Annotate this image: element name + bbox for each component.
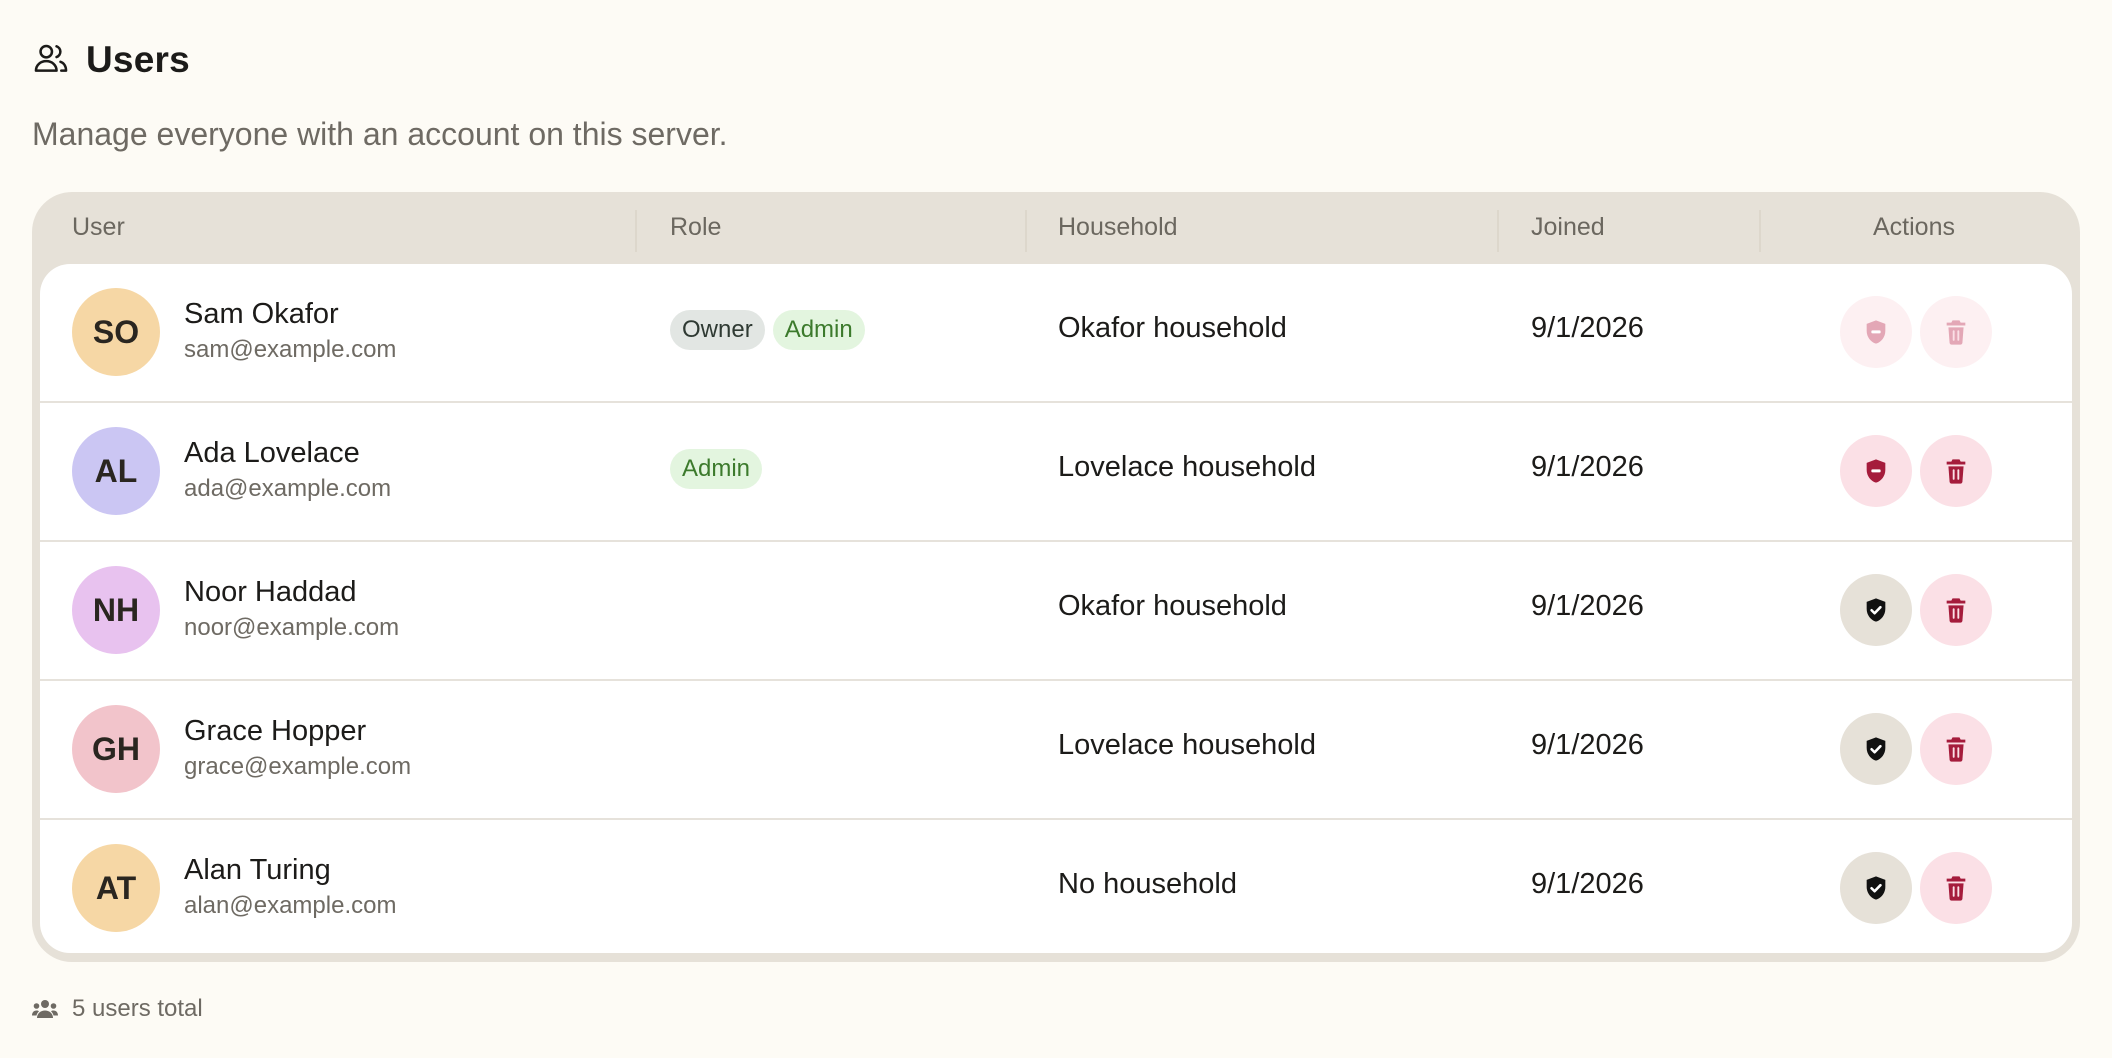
- avatar-initials: AT: [95, 869, 137, 906]
- user-name: Grace Hopper: [184, 715, 367, 747]
- user-email: ada@example.com: [184, 475, 392, 502]
- trash-icon: [1942, 457, 1970, 485]
- table-row: AL Ada Lovelace ada@example.com Admin Lo…: [40, 403, 2072, 542]
- delete-user-button[interactable]: [1920, 574, 1992, 646]
- users-count-text: 5 users total: [72, 995, 203, 1022]
- role-badges: Owner Admin: [670, 310, 865, 350]
- trash-icon: [1942, 735, 1970, 763]
- make-admin-button[interactable]: [1840, 713, 1912, 785]
- column-header-household: Household: [1058, 213, 1178, 241]
- users-count-footer: 5 users total: [32, 995, 203, 1023]
- remove-admin-button[interactable]: [1840, 435, 1912, 507]
- column-header-user: User: [72, 213, 125, 241]
- trash-icon: [1942, 596, 1970, 624]
- avatar-initials: SO: [92, 313, 140, 350]
- column-header-joined: Joined: [1531, 213, 1605, 241]
- avatar: AL: [72, 427, 160, 515]
- delete-user-button[interactable]: [1920, 852, 1992, 924]
- avatar: AT: [72, 844, 160, 932]
- column-header-actions: Actions: [1873, 213, 1955, 241]
- role-badge-admin: Admin: [772, 310, 865, 350]
- remove-admin-button[interactable]: [1840, 296, 1912, 368]
- table-row: SO Sam Okafor sam@example.com Owner Admin…: [40, 264, 2072, 403]
- table-row: AT Alan Turing alan@example.com No house…: [40, 820, 2072, 953]
- make-admin-button[interactable]: [1840, 574, 1912, 646]
- column-divider: [1759, 210, 1761, 252]
- column-header-role: Role: [670, 213, 722, 241]
- avatar: SO: [72, 288, 160, 376]
- joined-date: 9/1/2026: [1531, 312, 1644, 344]
- users-table: User Role Household Joined Actions SO Sa…: [32, 192, 2080, 962]
- joined-date: 9/1/2026: [1531, 729, 1644, 761]
- delete-user-button[interactable]: [1920, 296, 1992, 368]
- role-badge-owner: Owner: [670, 310, 765, 350]
- avatar-initials: AL: [94, 452, 138, 489]
- user-name: Noor Haddad: [184, 576, 357, 608]
- household-cell: Lovelace household: [1058, 451, 1316, 483]
- avatar-initials: GH: [92, 730, 140, 767]
- column-divider: [635, 210, 637, 252]
- shield-icon: [1862, 318, 1890, 346]
- user-email: alan@example.com: [184, 892, 397, 919]
- user-email: sam@example.com: [184, 336, 397, 363]
- user-name: Sam Okafor: [184, 298, 339, 330]
- shield-icon: [1862, 735, 1890, 763]
- table-body: SO Sam Okafor sam@example.com Owner Admin…: [40, 264, 2072, 953]
- role-badge-admin: Admin: [670, 449, 763, 489]
- users-panel: Users Manage everyone with an account on…: [0, 0, 2112, 1058]
- trash-icon: [1942, 874, 1970, 902]
- table-row: NH Noor Haddad noor@example.com Okafor h…: [40, 542, 2072, 681]
- role-badges: Admin: [670, 449, 763, 489]
- delete-user-button[interactable]: [1920, 435, 1992, 507]
- joined-date: 9/1/2026: [1531, 451, 1644, 483]
- shield-icon: [1862, 596, 1890, 624]
- page-title: Users: [86, 39, 190, 80]
- avatar: NH: [72, 566, 160, 654]
- trash-icon: [1942, 318, 1970, 346]
- page-subtitle: Manage everyone with an account on this …: [32, 116, 728, 152]
- table-row: GH Grace Hopper grace@example.com Lovela…: [40, 681, 2072, 820]
- household-cell: Lovelace household: [1058, 729, 1316, 761]
- household-cell: Okafor household: [1058, 590, 1287, 622]
- delete-user-button[interactable]: [1920, 713, 1992, 785]
- user-name: Alan Turing: [184, 854, 331, 886]
- user-name: Ada Lovelace: [184, 437, 360, 469]
- household-cell: No household: [1058, 868, 1237, 900]
- user-email: grace@example.com: [184, 753, 412, 780]
- avatar: GH: [72, 705, 160, 793]
- page-header: Users: [32, 38, 190, 82]
- avatar-initials: NH: [92, 591, 140, 628]
- shield-icon: [1862, 457, 1890, 485]
- column-divider: [1025, 210, 1027, 252]
- joined-date: 9/1/2026: [1531, 868, 1644, 900]
- make-admin-button[interactable]: [1840, 852, 1912, 924]
- table-header: User Role Household Joined Actions: [32, 192, 2080, 262]
- joined-date: 9/1/2026: [1531, 590, 1644, 622]
- users-icon: [32, 39, 70, 82]
- household-cell: Okafor household: [1058, 312, 1287, 344]
- user-email: noor@example.com: [184, 614, 400, 641]
- shield-icon: [1862, 874, 1890, 902]
- column-divider: [1497, 210, 1499, 252]
- users-group-icon: [32, 1000, 58, 1018]
